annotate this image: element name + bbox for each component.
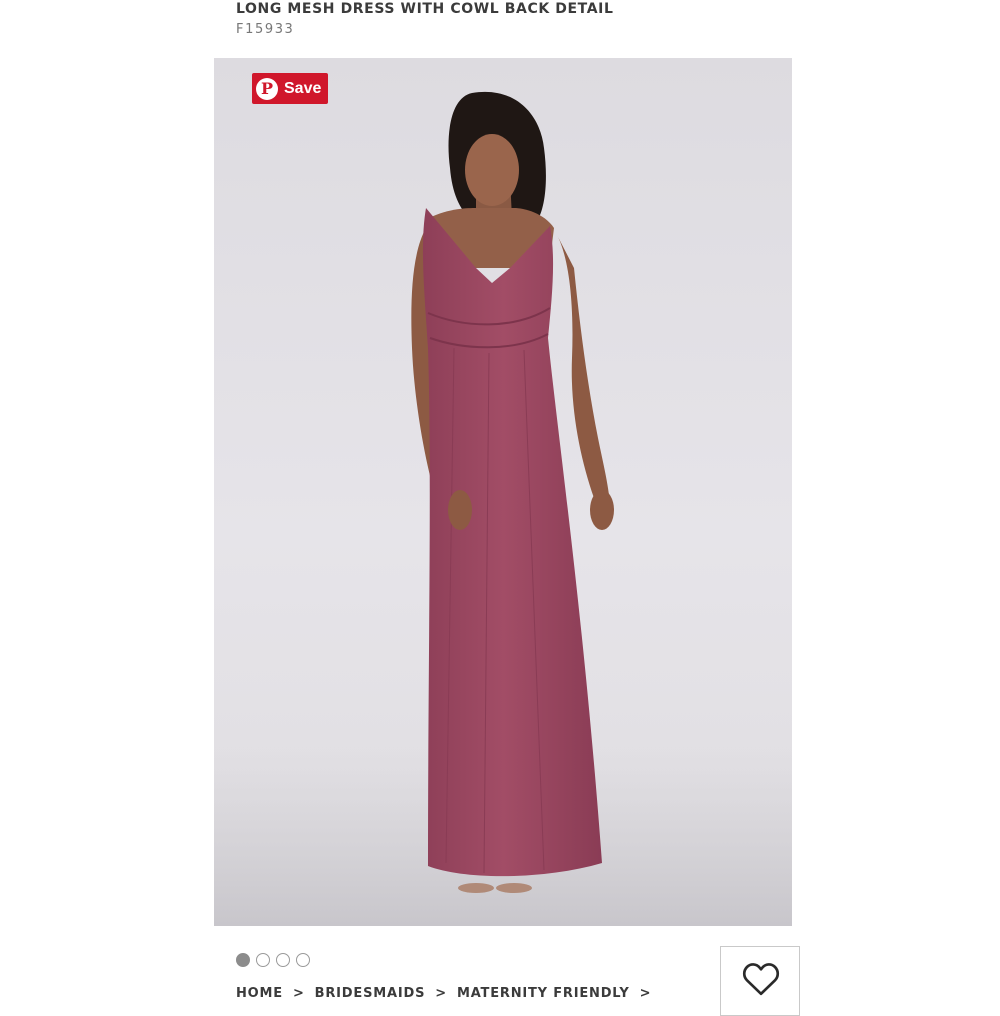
carousel-dot[interactable] xyxy=(296,953,310,967)
heart-icon xyxy=(742,963,780,996)
breadcrumb-separator: > xyxy=(435,986,447,1001)
pinterest-save-label: Save xyxy=(284,79,322,97)
pinterest-save-button[interactable]: P Save xyxy=(252,73,328,104)
breadcrumb-maternity-friendly[interactable]: MATERNITY FRIENDLY xyxy=(457,986,630,1001)
breadcrumb-bridesmaids[interactable]: BRIDESMAIDS xyxy=(315,986,426,1001)
product-title: LONG MESH DRESS WITH COWL BACK DETAIL xyxy=(236,1,614,17)
carousel-dot[interactable] xyxy=(256,953,270,967)
image-carousel-dots xyxy=(236,953,310,967)
breadcrumb-home[interactable]: HOME xyxy=(236,986,283,1001)
model-photo xyxy=(214,91,792,926)
product-header: LONG MESH DRESS WITH COWL BACK DETAIL F1… xyxy=(236,0,613,37)
carousel-dot[interactable] xyxy=(236,953,250,967)
carousel-dot[interactable] xyxy=(276,953,290,967)
pinterest-icon: P xyxy=(256,77,278,100)
wishlist-button[interactable] xyxy=(720,946,800,1016)
breadcrumb: HOME > BRIDESMAIDS > MATERNITY FRIENDLY … xyxy=(236,986,661,1001)
breadcrumb-separator: > xyxy=(639,986,652,1001)
breadcrumb-separator: > xyxy=(292,986,305,1001)
product-image[interactable]: P Save xyxy=(214,58,792,926)
product-sku: F15933 xyxy=(236,22,295,37)
